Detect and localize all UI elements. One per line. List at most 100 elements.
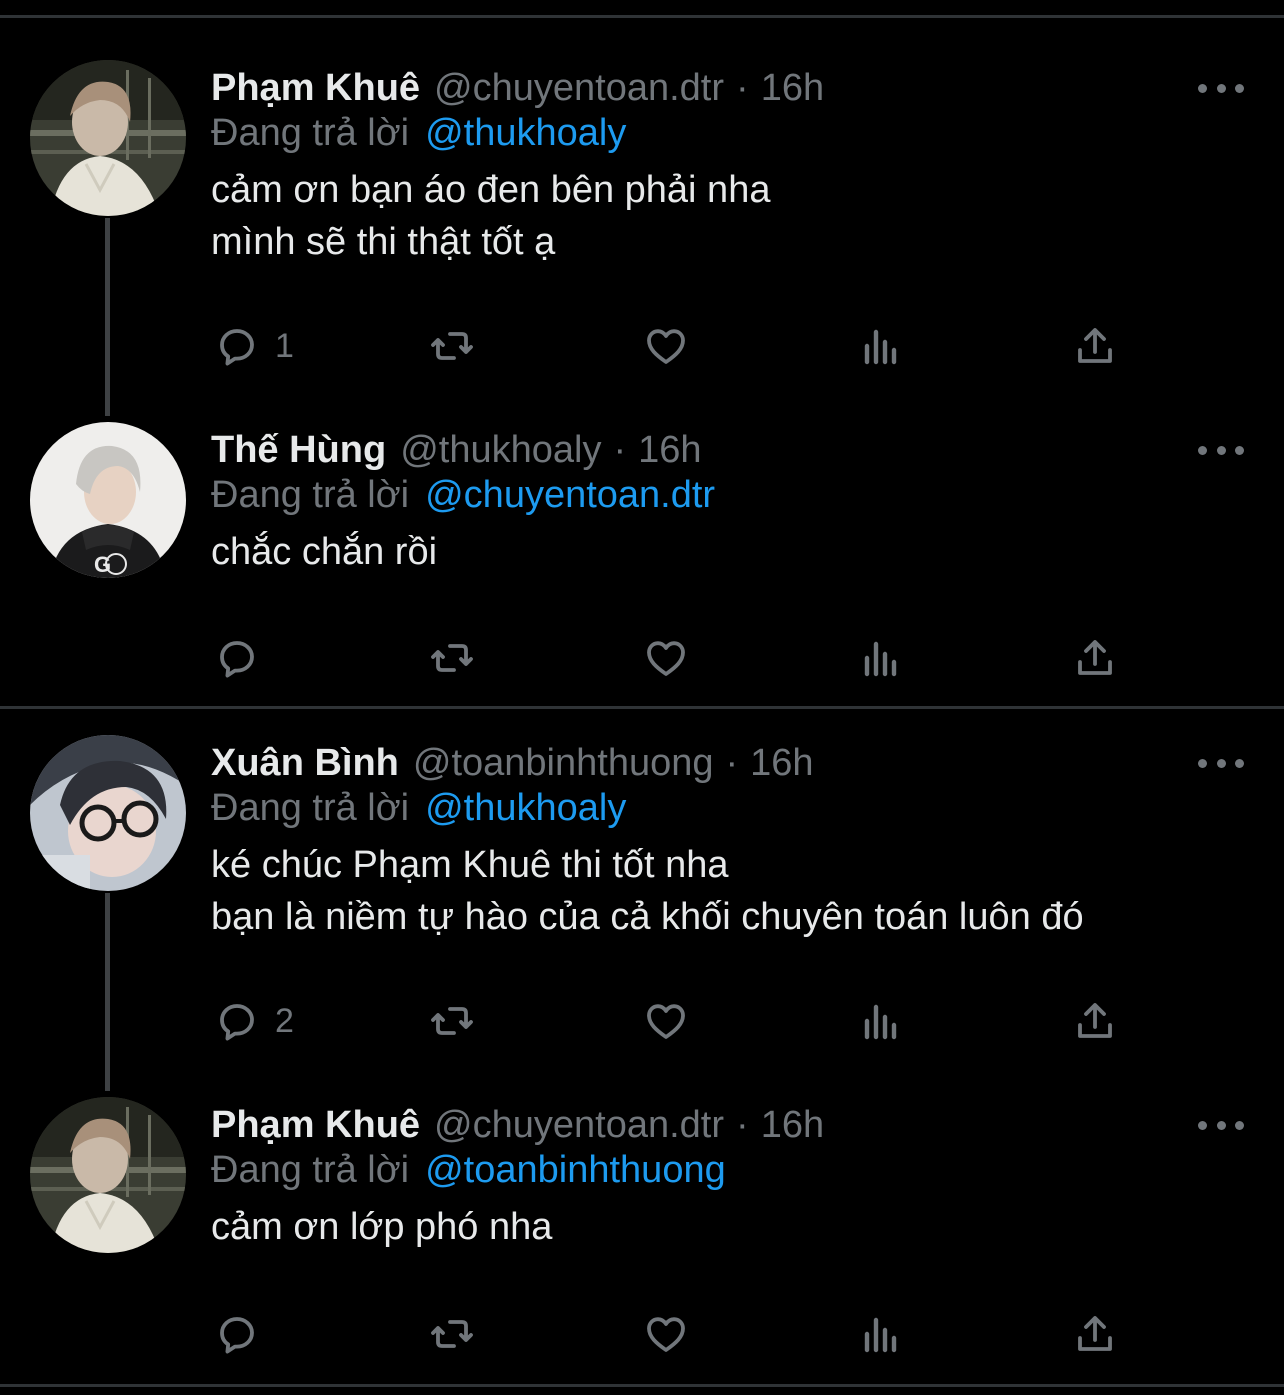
like-button[interactable] (642, 997, 690, 1045)
like-button[interactable] (642, 322, 690, 370)
tweet-header: Xuân Bình @toanbinhthuong · 16h (211, 735, 814, 791)
display-name[interactable]: Xuân Bình (211, 742, 399, 785)
svg-text:G: G (94, 552, 111, 577)
views-button[interactable] (857, 1310, 905, 1358)
views-button[interactable] (857, 322, 905, 370)
replying-to-label: Đang trả lời (211, 474, 410, 516)
bar-chart-icon (864, 1317, 897, 1353)
reply-count: 1 (275, 326, 294, 365)
retweet-button[interactable] (428, 1310, 476, 1358)
reply-button[interactable]: 2 (213, 997, 294, 1045)
separator: · (736, 66, 749, 109)
user-handle[interactable]: @chuyentoan.dtr (434, 1104, 724, 1147)
tweet-header: Thế Hùng @thukhoaly · 16h (211, 422, 702, 478)
tweet-text: chắc chắn rồi (211, 526, 437, 578)
avatar-photo (30, 735, 186, 891)
reply-button[interactable] (213, 1310, 275, 1358)
tweet-header: Phạm Khuê @chuyentoan.dtr · 16h (211, 1097, 824, 1153)
divider (0, 15, 1284, 18)
reply-button[interactable]: 1 (213, 322, 294, 370)
separator: · (736, 1103, 749, 1146)
retweet-icon (431, 332, 473, 360)
share-icon (1078, 1003, 1112, 1038)
user-handle[interactable]: @toanbinhthuong (413, 742, 714, 785)
tweet-text: ké chúc Phạm Khuê thi tốt nha bạn là niề… (211, 839, 1084, 943)
heart-icon (647, 641, 685, 676)
avatar-photo (30, 1097, 186, 1253)
display-name[interactable]: Phạm Khuê (211, 1104, 420, 1147)
tweet-header: Phạm Khuê @chuyentoan.dtr · 16h (211, 60, 824, 116)
retweet-button[interactable] (428, 997, 476, 1045)
speech-bubble-icon (220, 1004, 254, 1041)
like-button[interactable] (642, 1310, 690, 1358)
share-icon (1078, 328, 1112, 363)
tweet-text-line: cảm ơn bạn áo đen bên phải nha (211, 169, 771, 211)
speech-bubble-icon (220, 329, 254, 366)
divider (0, 706, 1284, 709)
tweet-text-line: mình sẽ thi thật tốt ạ (211, 221, 556, 263)
retweet-button[interactable] (428, 634, 476, 682)
reply-button[interactable] (213, 634, 275, 682)
user-handle[interactable]: @chuyentoan.dtr (434, 67, 724, 110)
replying-to-label: Đang trả lời (211, 112, 410, 154)
divider (0, 1384, 1284, 1387)
more-dots-icon[interactable] (1198, 436, 1244, 464)
speech-bubble-icon (220, 641, 254, 678)
timeline: Phạm Khuê @chuyentoan.dtr · 16h Đang trả… (0, 0, 1284, 1395)
views-button[interactable] (857, 997, 905, 1045)
share-button[interactable] (1071, 1310, 1119, 1358)
tweet-text-line: chắc chắn rồi (211, 531, 438, 573)
more-dots-icon[interactable] (1198, 74, 1244, 102)
avatar-photo (30, 60, 186, 216)
reply-count: 2 (275, 1001, 294, 1040)
like-button[interactable] (642, 634, 690, 682)
mention-link[interactable]: @thukhoaly (425, 112, 626, 154)
mention-link[interactable]: @thukhoaly (425, 787, 626, 829)
retweet-icon (431, 1320, 473, 1348)
timestamp[interactable]: 16h (761, 1104, 824, 1147)
share-icon (1078, 1316, 1112, 1351)
user-handle[interactable]: @thukhoaly (400, 429, 601, 472)
tweet-text: cảm ơn bạn áo đen bên phải nha mình sẽ t… (211, 164, 770, 268)
avatar[interactable]: G (30, 422, 186, 578)
share-button[interactable] (1071, 997, 1119, 1045)
avatar[interactable] (30, 1097, 186, 1253)
avatar-photo: G (30, 422, 186, 578)
more-dots-icon[interactable] (1198, 1111, 1244, 1139)
bar-chart-icon (864, 1004, 897, 1040)
separator: · (613, 428, 627, 471)
heart-icon (647, 1004, 685, 1039)
heart-icon (647, 1317, 685, 1352)
views-button[interactable] (857, 634, 905, 682)
tweet-text-line: ké chúc Phạm Khuê thi tốt nha (211, 844, 729, 886)
tweet-text-line: cảm ơn lớp phó nha (211, 1206, 553, 1248)
tweet-text-line: bạn là niềm tự hào của cả khối chuyên to… (211, 896, 1084, 938)
avatar[interactable] (30, 60, 186, 216)
mention-link[interactable]: @chuyentoan.dtr (425, 474, 715, 516)
replying-to: Đang trả lời @thukhoaly (211, 787, 626, 830)
share-icon (1078, 640, 1112, 675)
bar-chart-icon (864, 329, 897, 365)
timestamp[interactable]: 16h (750, 742, 813, 785)
mention-link[interactable]: @toanbinhthuong (425, 1149, 726, 1191)
retweet-icon (431, 644, 473, 672)
replying-to-label: Đang trả lời (211, 787, 410, 829)
replying-to-label: Đang trả lời (211, 1149, 410, 1191)
replying-to: Đang trả lời @toanbinhthuong (211, 1149, 726, 1192)
share-button[interactable] (1071, 634, 1119, 682)
more-dots-icon[interactable] (1198, 749, 1244, 777)
retweet-icon (431, 1007, 473, 1035)
display-name[interactable]: Phạm Khuê (211, 67, 420, 110)
replying-to: Đang trả lời @chuyentoan.dtr (211, 474, 715, 517)
timestamp[interactable]: 16h (638, 429, 701, 472)
heart-icon (647, 329, 685, 364)
share-button[interactable] (1071, 322, 1119, 370)
replying-to: Đang trả lời @thukhoaly (211, 112, 626, 155)
bar-chart-icon (864, 641, 897, 677)
display-name[interactable]: Thế Hùng (211, 429, 386, 472)
timestamp[interactable]: 16h (761, 67, 824, 110)
speech-bubble-icon (220, 1317, 254, 1354)
avatar[interactable] (30, 735, 186, 891)
retweet-button[interactable] (428, 322, 476, 370)
tweet-text: cảm ơn lớp phó nha (211, 1201, 552, 1253)
